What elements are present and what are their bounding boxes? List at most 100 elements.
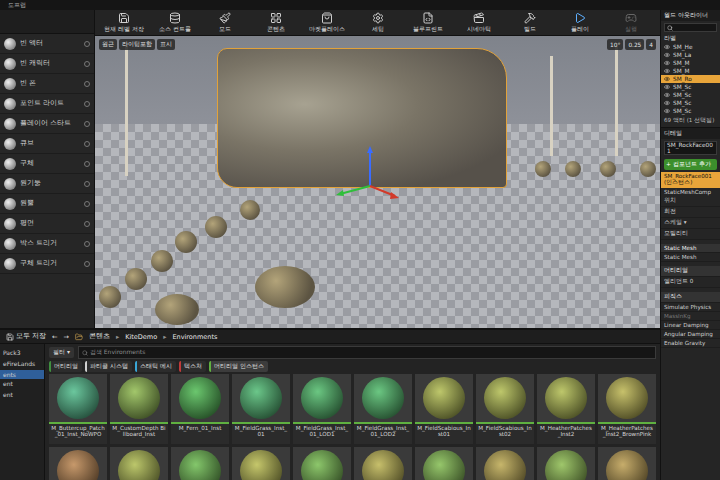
asset-tile[interactable]: M_FieldGrass_Inst_01 bbox=[232, 374, 290, 444]
outliner-item[interactable]: SM_M bbox=[661, 59, 720, 67]
boulder[interactable] bbox=[535, 161, 551, 177]
add-component-button[interactable]: + 컴포넌트 추가 bbox=[664, 159, 717, 170]
lighting-button[interactable]: 라이팅포함 bbox=[119, 39, 155, 50]
asset-tile[interactable]: M_HeatherPatches_Inst2 bbox=[537, 374, 595, 444]
save-all-button[interactable]: 모두 저장 bbox=[6, 332, 46, 341]
folder-item[interactable]: eFireLands bbox=[0, 359, 44, 368]
folder-item[interactable]: ent bbox=[0, 379, 44, 388]
details-section[interactable]: 피직스 bbox=[661, 292, 720, 303]
asset-tile[interactable] bbox=[598, 447, 656, 480]
details-section[interactable]: 머티리얼 bbox=[661, 266, 720, 277]
outliner-item[interactable]: SM_M bbox=[661, 67, 720, 75]
details-row[interactable]: Simulate Physics bbox=[661, 303, 720, 312]
place-item[interactable]: 큐브 bbox=[0, 134, 94, 154]
place-item[interactable]: 원뿔 bbox=[0, 194, 94, 214]
details-row[interactable]: 모빌리티 bbox=[661, 229, 720, 240]
forward-button[interactable]: → bbox=[64, 333, 69, 341]
asset-tile[interactable] bbox=[293, 447, 351, 480]
filter-chip[interactable]: 파티클 시스템 bbox=[85, 361, 132, 372]
asset-tile[interactable]: M_CustomDepth Billboard_Inst bbox=[110, 374, 168, 444]
outliner-item[interactable]: SM_La bbox=[661, 51, 720, 59]
toolbar-button[interactable]: 실행 bbox=[606, 10, 656, 35]
view-mode-button[interactable]: 원근 bbox=[99, 39, 117, 50]
visibility-icon[interactable] bbox=[664, 84, 670, 90]
place-item[interactable]: 원기둥 bbox=[0, 174, 94, 194]
asset-tile[interactable] bbox=[110, 447, 168, 480]
place-item[interactable]: 구체 트리거 bbox=[0, 254, 94, 274]
outliner-search[interactable] bbox=[664, 23, 717, 32]
toolbar-button[interactable]: 빌드 bbox=[505, 10, 555, 35]
place-item[interactable]: 빈 액터 bbox=[0, 34, 94, 54]
place-item[interactable]: 빈 폰 bbox=[0, 74, 94, 94]
boulder[interactable] bbox=[205, 216, 227, 238]
filter-chip[interactable]: 머티리얼 인스턴스 bbox=[209, 361, 268, 372]
outliner-item[interactable]: SM_Sc bbox=[661, 99, 720, 107]
path-segment[interactable]: Environments bbox=[172, 333, 217, 341]
scale-snap[interactable]: 0.25 bbox=[625, 39, 644, 50]
toolbar-button[interactable]: 마켓플레이스 bbox=[302, 10, 352, 35]
place-item[interactable]: 포인트 라이트 bbox=[0, 94, 94, 114]
asset-tile[interactable]: M_FieldGrass_Inst_01_LOD2 bbox=[354, 374, 412, 444]
path-segment[interactable]: KiteDemo bbox=[125, 333, 157, 341]
details-row[interactable]: Static Mesh bbox=[661, 253, 720, 262]
toolbar-button[interactable]: 콘텐츠 bbox=[251, 10, 301, 35]
actor-name-field[interactable]: SM_RockFace001 bbox=[664, 141, 717, 155]
place-item[interactable]: 플레이어 스타트 bbox=[0, 114, 94, 134]
toolbar-button[interactable]: 모드 bbox=[200, 10, 250, 35]
outliner-item[interactable]: SM_Ro bbox=[661, 75, 720, 83]
details-section[interactable]: Static Mesh bbox=[661, 244, 720, 253]
visibility-icon[interactable] bbox=[664, 76, 670, 82]
details-row[interactable]: 회전 bbox=[661, 207, 720, 218]
viewport[interactable]: 원근라이팅포함표시10°0.254 bbox=[95, 36, 660, 328]
filter-chip[interactable]: 스태틱 메시 bbox=[135, 361, 176, 372]
details-row[interactable]: 엘리먼트 0 bbox=[661, 277, 720, 288]
outliner-item[interactable]: SM_Sc bbox=[661, 91, 720, 99]
back-button[interactable]: ← bbox=[52, 333, 57, 341]
transform-gizmo-icon[interactable] bbox=[335, 146, 405, 216]
boulder[interactable] bbox=[565, 161, 581, 177]
place-item[interactable]: 평면 bbox=[0, 214, 94, 234]
asset-tile[interactable]: M_Buttercup_Patch_01_Inst_NoWPO bbox=[49, 374, 107, 444]
outliner-column[interactable]: 라벨 bbox=[661, 34, 720, 43]
details-row[interactable]: 위치 bbox=[661, 196, 720, 207]
rock-face[interactable] bbox=[217, 48, 507, 188]
details-row[interactable]: Angular Damping bbox=[661, 330, 720, 339]
asset-tile[interactable]: M_Fern_01_Inst bbox=[171, 374, 229, 444]
boulder[interactable] bbox=[175, 231, 197, 253]
outliner-item[interactable]: SM_Sc bbox=[661, 107, 720, 115]
asset-tile[interactable] bbox=[49, 447, 107, 480]
asset-tile[interactable] bbox=[537, 447, 595, 480]
asset-tile[interactable]: M_HeatherPatches_Inst2_BrownPink bbox=[598, 374, 656, 444]
toolbar-button[interactable]: 시네마틱 bbox=[454, 10, 504, 35]
boulder[interactable] bbox=[155, 294, 199, 325]
visibility-icon[interactable] bbox=[664, 68, 670, 74]
visibility-icon[interactable] bbox=[664, 92, 670, 98]
details-row[interactable]: 스케일 ▾ bbox=[661, 218, 720, 229]
details-row[interactable]: Enable Gravity bbox=[661, 339, 720, 348]
camera-speed[interactable]: 4 bbox=[646, 39, 656, 50]
asset-tile[interactable]: M_FieldScabious_Inst01 bbox=[415, 374, 473, 444]
visibility-icon[interactable] bbox=[664, 52, 670, 58]
filter-chip[interactable]: 텍스처 bbox=[179, 361, 206, 372]
visibility-icon[interactable] bbox=[664, 60, 670, 66]
visibility-icon[interactable] bbox=[664, 44, 670, 50]
asset-tile[interactable]: M_FieldScabious_Inst02 bbox=[476, 374, 534, 444]
toolbar-button[interactable]: 현재 레벨 저장 bbox=[99, 10, 149, 35]
boulder[interactable] bbox=[151, 250, 173, 272]
asset-tile[interactable] bbox=[354, 447, 412, 480]
show-button[interactable]: 표시 bbox=[157, 39, 175, 50]
folder-item[interactable]: Pack3 bbox=[0, 348, 44, 357]
boulder[interactable] bbox=[99, 286, 121, 308]
component-row[interactable]: SM_RockFace001 (인스턴스) bbox=[661, 172, 720, 188]
component-row[interactable]: StaticMeshComp bbox=[661, 188, 720, 196]
visibility-icon[interactable] bbox=[664, 100, 670, 106]
details-row[interactable]: Linear Damping bbox=[661, 321, 720, 330]
boulder[interactable] bbox=[640, 161, 656, 177]
asset-tile[interactable] bbox=[415, 447, 473, 480]
toolbar-button[interactable]: 소스 컨트롤 bbox=[150, 10, 200, 35]
boulder[interactable] bbox=[600, 161, 616, 177]
boulder[interactable] bbox=[240, 200, 260, 220]
asset-tile[interactable] bbox=[476, 447, 534, 480]
folder-item[interactable]: ents bbox=[0, 370, 44, 379]
toolbar-button[interactable]: 블루프린트 bbox=[403, 10, 453, 35]
